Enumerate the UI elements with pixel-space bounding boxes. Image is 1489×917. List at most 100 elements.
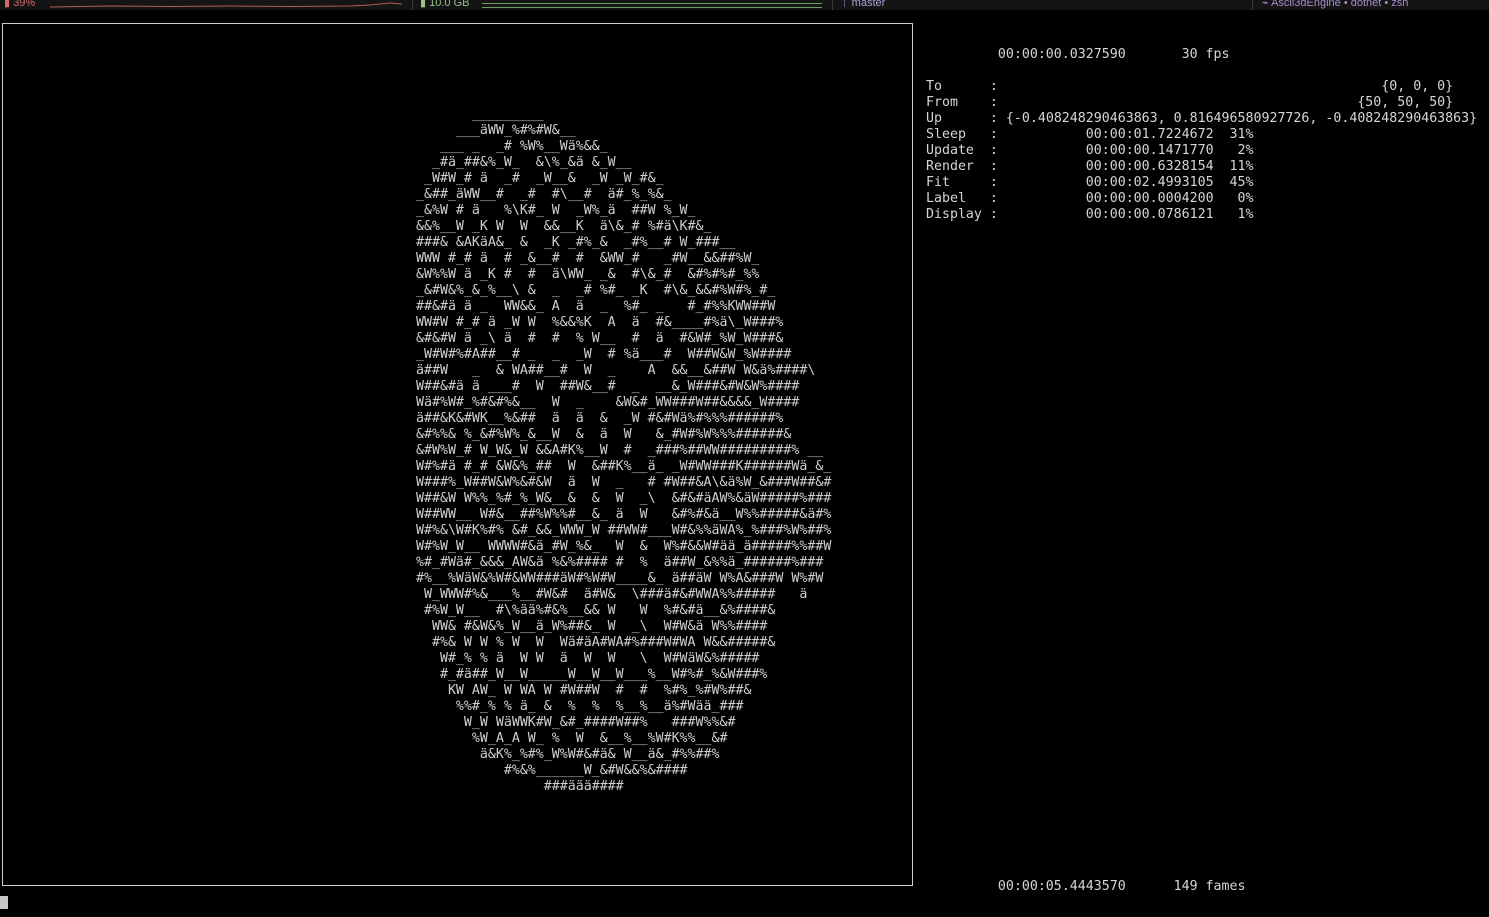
stat-value: {0, 0, 0} [1381,79,1454,94]
ascii-line: ###& &AKäA&_ & _K _#%_& _#%__# W_###__ [416,235,736,250]
ascii-line: #%W_W__ #\%ää%#&%__&& W W %#&#ä__&%####& [416,603,776,618]
stat-separator: : [989,95,998,110]
stat-row-update: Update : 00:00:00.1471770 2% [926,143,1477,159]
stat-value: 00:00:00.0004200 [1085,191,1214,206]
fps-readout: 30 fps [1181,47,1230,62]
stats-header: 00:00:00.0327590 30 fps [926,47,1477,63]
ascii-line: W#%&\W#K%#% &#_&&_WWW_W ##WW#___W#&%%äWA… [416,523,832,538]
stat-row-display: Display : 00:00:00.0786121 1% [926,207,1477,223]
memory-bar [482,3,822,8]
ascii-line: W##&W W%%_%#_%_W&__& & W _\ &#&#äAW%&äW#… [416,491,832,506]
stat-percent: 45% [1229,175,1254,190]
ascii-line: W#%W_W__ WWWW#&ä_#W_%&_ W & W%#&&W#ää_ä#… [416,539,832,554]
ascii-line: ä##W _ & WA##__# W _ A &&__&##W W&ä%####… [416,363,816,378]
ascii-line: WW& #&W&%_W__ä_W%##&_ W _\ W#W&ä W%%#### [416,619,768,634]
ascii-line: Wä#%W#_%#&#%&__ W _ &W&#_WW###W##&&&&_W#… [416,395,800,410]
ascii-line: &&%__W _K W W &&__K ä\&_# %#ä\K#&_ [416,219,712,234]
stat-label: Fit [926,175,950,190]
stat-separator: : [989,143,998,158]
ascii-line: KW AW_ W WA W #W##W # # %#%_%#W%##& [416,683,752,698]
stat-label: Label [926,191,966,206]
stat-row-fit: Fit : 00:00:02.4993105 45% [926,175,1477,191]
status-separator [1252,0,1253,10]
stat-row-sleep: Sleep : 00:00:01.7224672 31% [926,127,1477,143]
stat-row-to: To : {0, 0, 0} [926,79,1477,95]
stats-panel: 00:00:00.0327590 30 fps To : {0, 0, 0} Fr… [926,15,1477,223]
ascii-line: &W%%W ä _K # # ä\WW_ _& #\&_# &#%#%#_%% [416,267,760,282]
stat-label: Update [926,143,974,158]
terminal-cursor[interactable] [0,896,8,909]
status-separator [412,0,413,10]
stat-row-label: Label : 00:00:00.0004200 0% [926,191,1477,207]
stat-percent: 2% [1237,143,1254,158]
ascii-line: ###äää#### [416,779,624,794]
stat-row-render: Render : 00:00:00.6328154 11% [926,159,1477,175]
ascii-line: &#%%& %_&#%W%_&__W & ä W &_#W#%W%%%#####… [416,427,792,442]
stats-footer: 00:00:05.4443570 149 fames [926,879,1246,895]
stat-label: From [926,95,958,110]
ascii-line: _&%W # ä %\K#_ W _W%_ä ##W %_W_ [416,203,696,218]
ascii-line: _________ [416,107,544,122]
ascii-line: _W#W#%#A##__# _ _ _W # %ä___# W##W&W_%W#… [416,347,792,362]
ascii-line: ä&K%_%#%_W%W#&#ä& W__ä&_#%%##% [416,747,720,762]
stat-label: Display [926,207,982,222]
stat-separator: : [989,79,998,94]
frame-count: 149 fames [1173,879,1246,894]
window-title: ⌁ Ascii3dEngine • dotnet • zsh [1262,0,1408,9]
memory-usage: ▮ 10.0 GB [420,0,470,9]
ascii-line: _W#W_# ä _# _W__& _W _W_#&_ [416,171,664,186]
ascii-line: _&#W&%_&_%__\ & _ _# %#_ _K #\&_&&#%W#%_… [416,283,776,298]
ascii-line: #_#ä##_W__W_____W__W__W___%__W#%#_%&W###… [416,667,768,682]
stat-percent: 11% [1229,159,1254,174]
ascii-render: _________ ___äWW_%#%#W&__ ___ _ _# %W%__… [416,107,831,795]
stat-percent: 0% [1237,191,1254,206]
ascii-line: W_W WäWWK#W_&#_####W##% ###W%%&# [416,715,736,730]
stat-label: Sleep [926,127,966,142]
stat-value: 00:00:00.0786121 [1085,207,1214,222]
terminal-icon: ⌁ [1262,0,1269,9]
status-bar: ▮ 39% ▮ 10.0 GB ᚴ master ⌁ Ascii3dEngine… [0,0,1489,10]
stat-label: To [926,79,942,94]
render-viewport: _________ ___äWW_%#%#W&__ ___ _ _# %W%__… [2,23,913,886]
stat-percent: 31% [1229,127,1254,142]
stat-separator: : [989,207,998,222]
ascii-line: ___ _ _# %W%__Wä%&&_ [416,139,608,154]
stat-value: {50, 50, 50} [1357,95,1454,110]
ascii-line: #%__%WäW&%W#&WW###äW#%W#W____&_ ä##äW W%… [416,571,824,586]
cpu-graph [50,2,402,8]
ascii-line: #%&%______W_&#W&&%&#### [416,763,688,778]
stat-row-up: Up : {-0.408248290463863, 0.816496580927… [926,111,1477,127]
ascii-line: _#ä_##&%_W_ &\%_&ä &_W__ [416,155,632,170]
ascii-line: WWW #_# ä # _&__# # &WW_# _#W__&&##%W_ [416,251,760,266]
ascii-line: ä##&K&#WK__%&## ä ä & _W #&#Wä%#%%%#####… [416,411,784,426]
ascii-line: _&##_äWW__# _# #\__# ä#_%_%&_ [416,187,672,202]
ascii-line: WW#W #_# ä _W W %&&%K A ä #&____#%ä\_W##… [416,315,784,330]
stat-separator: : [989,111,998,126]
frame-time: 00:00:00.0327590 [997,47,1126,62]
stat-value: 00:00:00.1471770 [1085,143,1214,158]
stat-row-from: From : {50, 50, 50} [926,95,1477,111]
ascii-line: &#&#W ä _\ ä # # % W__ # ä #&W#_%W_W###& [416,331,784,346]
ascii-line: W##&#ä ä ___# W ##W&__# _ __&_W###&#W&W%… [416,379,800,394]
ascii-line: W#%#ä #_# &W&%_## W &##K%__ä_ _W#WW###K#… [416,459,832,474]
ascii-line: W###%_W##W&W%&#&W ä W _ # #W##&A\&ä%W_&#… [416,475,832,490]
branch-icon: ᚴ [842,0,849,9]
stat-value: 00:00:02.4993105 [1085,175,1214,190]
ascii-line: ___äWW_%#%#W&__ [416,123,576,138]
git-branch: ᚴ master [842,0,885,9]
stat-value: 00:00:01.7224672 [1085,127,1214,142]
total-time: 00:00:05.4443570 [997,879,1126,894]
ascii-line: %#_#Wä#_&&&_AW&ä %&%#### # % ä##W_&%%ä_#… [416,555,824,570]
stat-separator: : [989,127,998,142]
stat-value: 00:00:00.6328154 [1085,159,1214,174]
cpu-usage: ▮ 39% [4,0,36,9]
stat-label: Up [926,111,942,126]
ascii-line: %W_A_A W_ % W &__%__%W#K%%__&# [416,731,728,746]
ascii-line: W_WWW#%&___%__#W&# ä#W& \###ä#&#WWA%%###… [416,587,808,602]
ascii-line: W##WW__ W#&__##%W%%#__&_ ä W &#%#&ä__W%%… [416,507,832,522]
ascii-line: W#_% % ä W W ä W W \ W#WäW&%##### [416,651,760,666]
status-separator [832,0,833,10]
stat-separator: : [989,159,998,174]
stat-separator: : [989,175,998,190]
ascii-line: &#W%W_# W_W&_W &&A#K%__W # _###%##WW####… [416,443,824,458]
